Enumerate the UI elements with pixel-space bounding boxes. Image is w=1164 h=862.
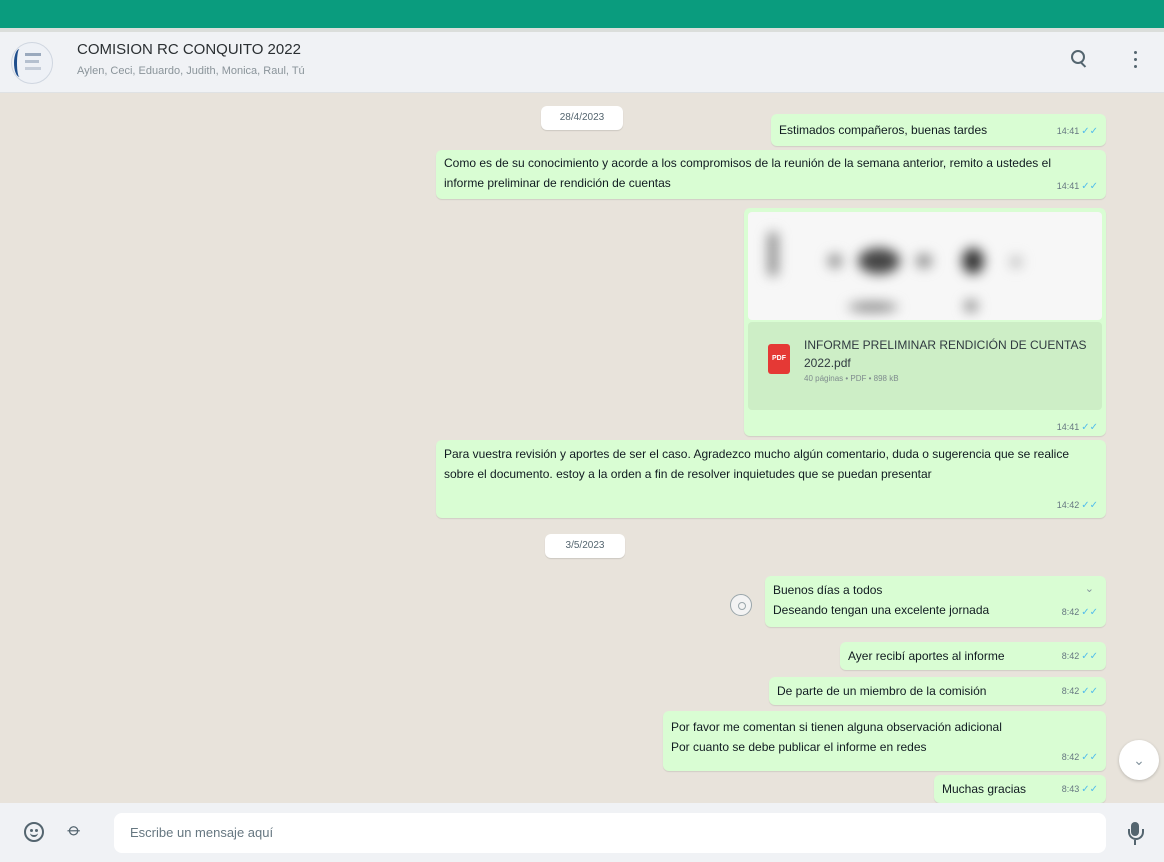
preview-blur [858,248,900,274]
document-file-meta: 40 páginas • PDF • 898 kB [804,374,899,383]
menu-dot [1134,58,1137,61]
avatar-logo-line [25,53,41,56]
message-bubble[interactable]: Por favor me comentan si tienen alguna o… [663,711,1106,771]
double-check-icon: ✓✓ [1081,500,1098,511]
message-text: Por favor me comentan si tienen alguna o… [671,720,1002,734]
avatar-logo-arc [14,49,25,77]
preview-blur [962,248,984,274]
preview-blur [828,254,842,268]
mic-stem [1134,840,1136,845]
chat-header[interactable]: COMISION RC CONQUITO 2022 Aylen, Ceci, E… [0,32,1164,93]
message-time-value: 14:41 [1056,181,1080,191]
date-separator: 3/5/2023 [545,534,625,558]
message-bubble[interactable]: Muchas gracias 8:43 ✓✓ [934,775,1106,803]
message-text: Estimados compañeros, buenas tardes [779,123,988,137]
double-check-icon: ✓✓ [1081,651,1098,662]
double-check-icon: ✓✓ [1081,607,1098,618]
preview-blur [964,300,978,312]
message-time: 8:42 ✓✓ [1062,681,1098,702]
message-time: 8:42 ✓✓ [1062,602,1098,623]
avatar-logo-line [25,60,39,63]
message-bubble[interactable]: Para vuestra revisión y aportes de ser e… [436,440,1106,518]
preview-blur [916,254,932,268]
message-time-value: 14:41 [1056,422,1080,432]
chat-title[interactable]: COMISION RC CONQUITO 2022 [77,41,301,58]
message-text: De parte de un miembro de la comisión [777,684,987,698]
message-text: Deseando tengan una excelente jornada [773,603,990,617]
message-bubble[interactable]: Ayer recibí aportes al informe 8:42 ✓✓ [840,642,1106,670]
chat-participants: Aylen, Ceci, Eduardo, Judith, Monica, Ra… [77,65,305,77]
message-text: Como es de su conocimiento y acorde a lo… [444,156,1051,190]
message-bubble[interactable]: Estimados compañeros, buenas tardes 14:4… [771,114,1106,146]
double-check-icon: ✓✓ [1081,126,1098,137]
date-separator: 28/4/2023 [541,106,623,130]
scroll-down-button[interactable]: ⌄ [1119,740,1159,780]
message-input[interactable]: Escribe un mensaje aquí [114,813,1106,853]
preview-blur [768,232,778,276]
pdf-icon: PDF [768,344,790,374]
message-text: Por cuanto se debe publicar el informe e… [671,740,927,754]
document-preview[interactable] [748,212,1102,320]
double-check-icon: ✓✓ [1081,422,1098,433]
message-time-value: 8:42 [1061,607,1080,617]
message-time: 8:42 ✓✓ [1062,747,1098,768]
message-input-placeholder: Escribe un mensaje aquí [130,825,274,840]
message-text: Ayer recibí aportes al informe [848,649,1005,663]
double-check-icon: ✓✓ [1081,784,1098,795]
message-time-value: 14:42 [1056,500,1080,510]
menu-icon[interactable] [1130,48,1140,70]
group-avatar[interactable] [11,42,53,84]
chevron-down-icon[interactable]: ⌄ [1085,579,1094,599]
message-list[interactable]: 28/4/2023 Estimados compañeros, buenas t… [0,93,1164,803]
message-text: Para vuestra revisión y aportes de ser e… [444,447,1070,481]
forward-icon[interactable] [730,594,752,616]
message-time: 14:41 ✓✓ [1057,121,1098,142]
message-time: 14:41 ✓✓ [1057,422,1098,433]
emoji-icon[interactable] [24,822,44,842]
double-check-icon: ✓✓ [1081,752,1098,763]
menu-dot [1134,65,1137,68]
document-file-name: INFORME PRELIMINAR RENDICIÓN DE CUENTAS … [804,338,1087,370]
preview-blur [1010,256,1022,268]
attach-clip-icon[interactable]: ⌀ [63,818,93,848]
search-icon[interactable] [1070,48,1090,70]
emoji-mouth [30,831,38,837]
message-bubble[interactable]: De parte de un miembro de la comisión 8:… [769,677,1106,705]
message-time-value: 8:43 [1061,784,1080,794]
document-file[interactable]: PDF INFORME PRELIMINAR RENDICIÓN DE CUEN… [748,322,1102,410]
composer-bar: ⌀ Escribe un mensaje aquí [0,803,1164,862]
search-icon-lens [1071,50,1085,64]
top-accent-band [0,0,1164,28]
mic-arc [1128,829,1144,840]
chevron-down-icon: ⌄ [1133,752,1145,768]
message-time: 14:41 ✓✓ [1057,176,1098,197]
message-time-value: 8:42 [1061,686,1080,696]
message-bubble[interactable]: Como es de su conocimiento y acorde a lo… [436,150,1106,199]
message-time: 8:42 ✓✓ [1062,646,1098,667]
document-message[interactable]: PDF INFORME PRELIMINAR RENDICIÓN DE CUEN… [744,208,1106,436]
microphone-icon[interactable] [1127,822,1144,846]
forward-icon-inner [738,602,746,610]
double-check-icon: ✓✓ [1081,181,1098,192]
message-text: Muchas gracias [942,782,1027,796]
message-time: 14:42 ✓✓ [1057,495,1098,516]
avatar-logo-line [25,67,41,70]
message-text: Buenos días a todos [773,583,883,597]
message-time-value: 8:42 [1061,752,1080,762]
search-icon-handle [1079,61,1087,68]
message-bubble[interactable]: Buenos días a todos Deseando tengan una … [765,576,1106,627]
message-time: 8:43 ✓✓ [1062,779,1098,800]
message-time-value: 8:42 [1061,651,1080,661]
menu-dot [1134,51,1137,54]
preview-blur [848,302,898,312]
message-time-value: 14:41 [1056,126,1080,136]
double-check-icon: ✓✓ [1081,686,1098,697]
